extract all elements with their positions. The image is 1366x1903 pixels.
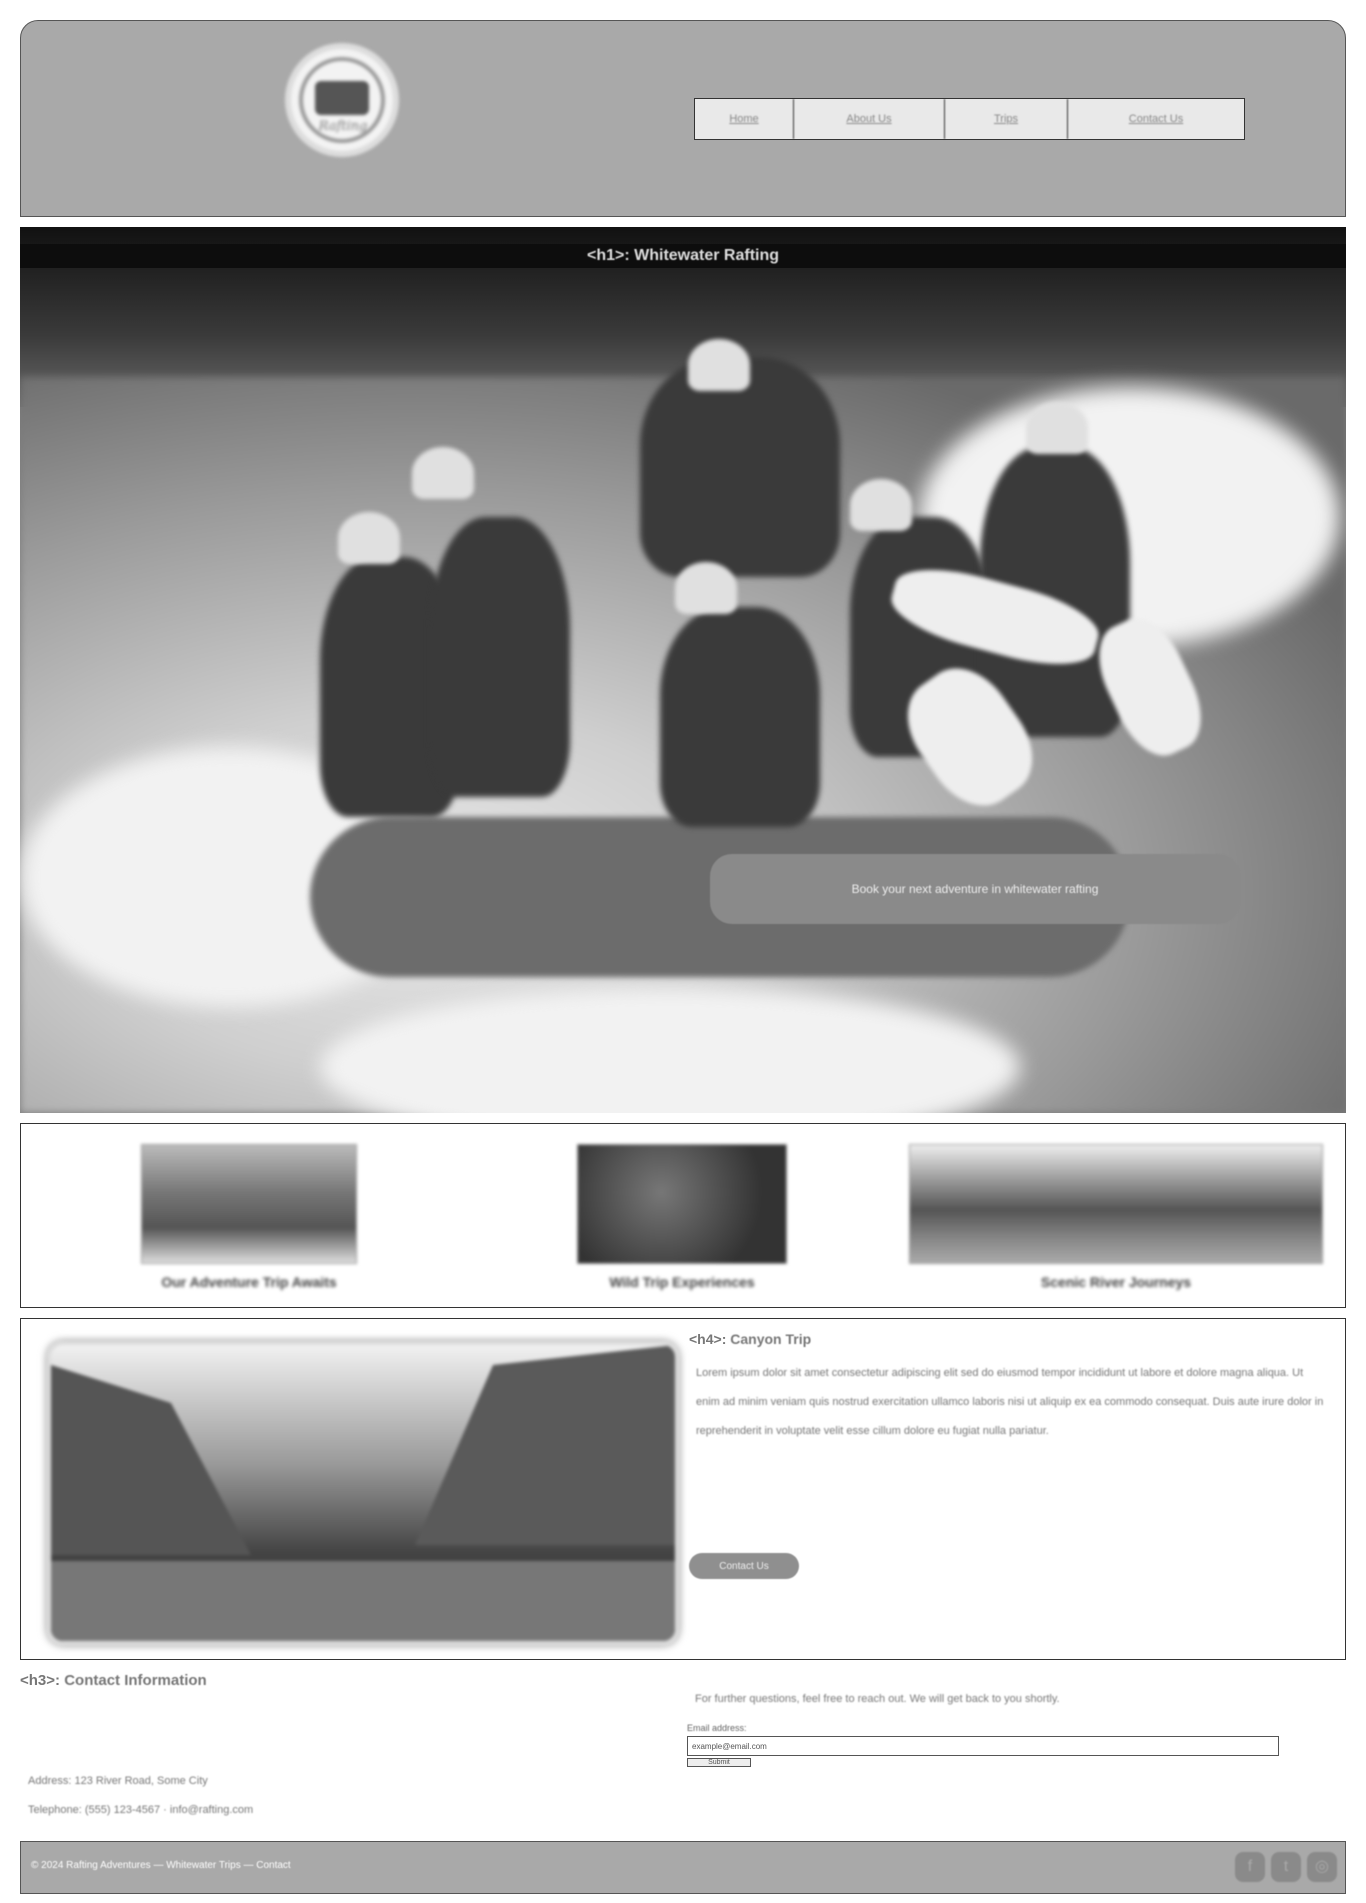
h1-tag-label: <h1>: [586,247,630,264]
twitter-icon[interactable]: t [1271,1852,1301,1882]
contact-title: Contact Information [64,1672,207,1689]
contact-us-button[interactable]: Contact Us [689,1553,799,1579]
logo-word: Rafting [318,119,368,134]
logo-mountains-icon [315,81,369,115]
nav-contact-us[interactable]: Contact Us [1068,99,1244,139]
hero-helmet [675,562,737,614]
hero-rafter [430,517,570,797]
nav-home[interactable]: Home [695,99,794,139]
instagram-icon[interactable]: ◎ [1307,1852,1337,1882]
trip-thumbnails: Our Adventure Trip Awaits Wild Trip Expe… [20,1123,1346,1308]
address-line: Address: 123 River Road, Some City [28,1775,208,1787]
contact-intro: For further questions, feel free to reac… [695,1693,1060,1705]
thumbnail-card[interactable]: Our Adventure Trip Awaits [141,1144,357,1290]
thumbnail-card[interactable]: Scenic River Journeys [909,1144,1323,1290]
logo[interactable]: Rafting [285,43,399,157]
thumbnail-image[interactable] [577,1144,787,1264]
hero-helmet [850,479,912,531]
thumbnail-card[interactable]: Wild Trip Experiences [577,1144,787,1290]
featured-trip: <h4>: Canyon Trip Lorem ipsum dolor sit … [20,1318,1346,1660]
canyon-cliff-left [51,1365,251,1555]
hero-helmet [1026,402,1088,454]
site-footer: © 2024 Rafting Adventures — Whitewater T… [20,1841,1346,1894]
thumbnail-image[interactable] [909,1144,1323,1264]
thumbnail-image[interactable] [141,1144,357,1264]
submit-button[interactable]: Submit [687,1758,751,1767]
email-label: Email address: [687,1723,747,1733]
contact-heading: <h3>: Contact Information [20,1672,660,1689]
hero-title-bar: <h1>: Whitewater Rafting [20,244,1346,268]
featured-trip-title: Canyon Trip [730,1331,812,1347]
phone-line: Telephone: (555) 123-4567 · info@rafting… [28,1804,254,1816]
canyon-cliff-right [415,1345,675,1545]
nav-trips[interactable]: Trips [945,99,1068,139]
footer-copyright: © 2024 Rafting Adventures — Whitewater T… [31,1860,291,1871]
thumbnail-caption: Scenic River Journeys [1040,1274,1192,1290]
h4-tag-label: <h4>: [689,1331,727,1347]
featured-trip-description: Lorem ipsum dolor sit amet consectetur a… [696,1367,1324,1437]
hero-title: Whitewater Rafting [634,247,780,264]
thumbnail-caption: Wild Trip Experiences [609,1274,755,1290]
contact-address: Address: 123 River Road, Some City Telep… [28,1767,253,1825]
featured-trip-image [47,1341,679,1645]
hero-helmet [412,447,474,499]
email-field[interactable] [687,1736,1279,1756]
social-links: f t ◎ [1235,1852,1337,1882]
hero-helmet [688,339,750,391]
hero-helmet [338,512,400,564]
contact-info: <h3>: Contact Information Address: 123 R… [20,1672,660,1832]
hero-banner: <h1>: Whitewater Rafting Book your next … [20,227,1346,1113]
featured-trip-heading: <h4>: Canyon Trip [689,1331,811,1347]
h3-tag-label: <h3>: [20,1672,61,1689]
hero-rafter [660,607,820,827]
canyon-river [51,1561,675,1641]
site-header: Rafting Home About Us Trips Contact Us [20,20,1346,217]
thumbnail-caption: Our Adventure Trip Awaits [161,1274,337,1290]
hero-caption: Book your next adventure in whitewater r… [710,854,1240,924]
nav-about-us[interactable]: About Us [794,99,945,139]
contact-form: For further questions, feel free to reac… [687,1686,1327,1836]
facebook-icon[interactable]: f [1235,1852,1265,1882]
main-nav: Home About Us Trips Contact Us [694,98,1245,140]
